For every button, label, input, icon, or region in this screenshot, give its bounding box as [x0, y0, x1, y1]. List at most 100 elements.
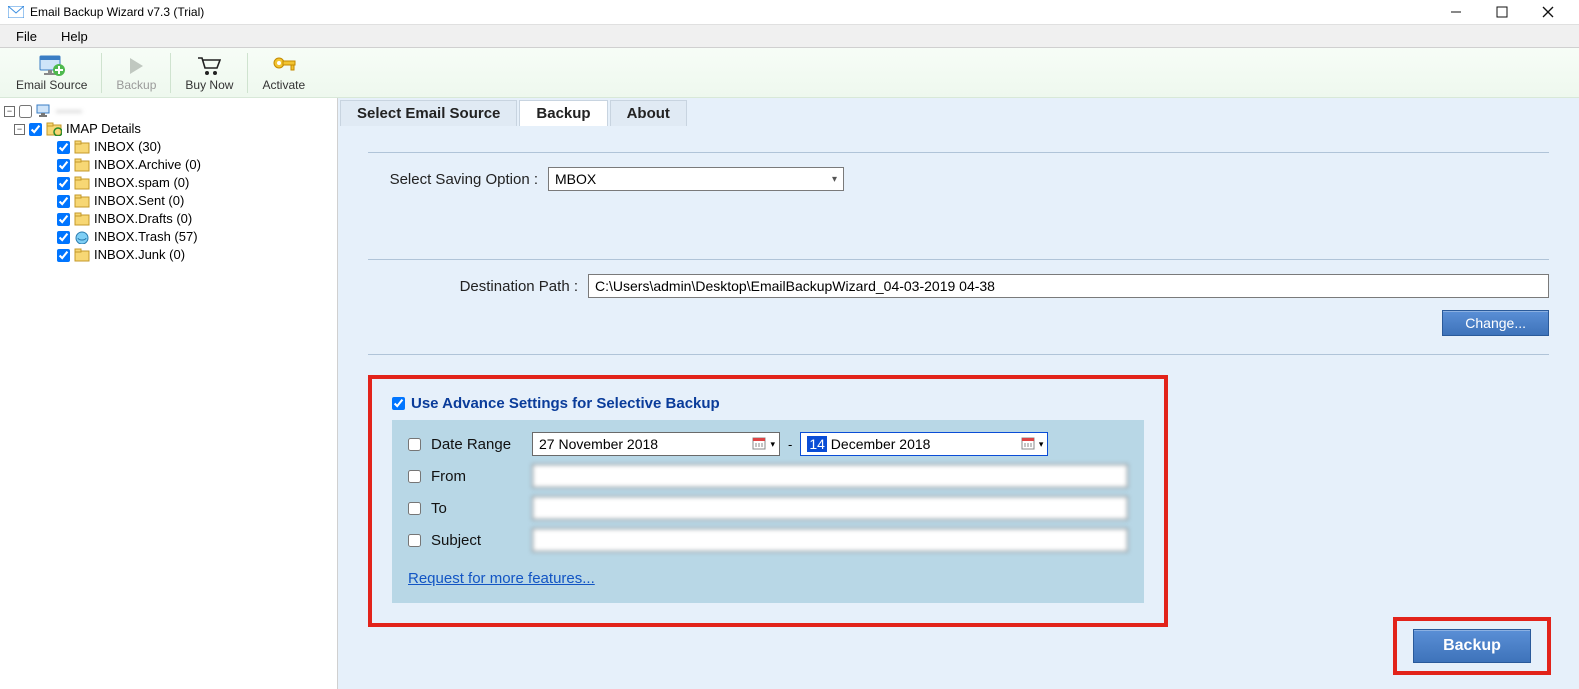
- toolbar-separator: [101, 53, 102, 93]
- tree-checkbox[interactable]: [57, 141, 70, 154]
- app-icon: [8, 6, 24, 18]
- tab-select-source[interactable]: Select Email Source: [340, 100, 517, 126]
- tree-item-label: INBOX.spam (0): [94, 174, 189, 192]
- tree-item-label: INBOX (30): [94, 138, 161, 156]
- from-checkbox[interactable]: [408, 470, 421, 483]
- key-icon: [272, 54, 296, 78]
- date-range-checkbox[interactable]: [408, 438, 421, 451]
- folder-icon: [74, 194, 90, 208]
- collapse-icon[interactable]: −: [4, 106, 15, 117]
- tree-item[interactable]: INBOX (30): [42, 138, 335, 156]
- tree-checkbox[interactable]: [57, 249, 70, 262]
- date-range-row: Date Range 27 November 2018 ▾ -: [408, 432, 1128, 456]
- window-title: Email Backup Wizard v7.3 (Trial): [30, 5, 204, 19]
- toolbar-label: Activate: [262, 78, 305, 92]
- date-to-rest: December 2018: [827, 436, 931, 452]
- date-to-day: 14: [807, 436, 827, 452]
- subject-label: Subject: [431, 532, 481, 549]
- tree-item[interactable]: INBOX.spam (0): [42, 174, 335, 192]
- divider: [368, 259, 1549, 260]
- date-to-picker[interactable]: 14 December 2018 ▾: [800, 432, 1048, 456]
- folder-icon: [74, 158, 90, 172]
- folder-icon: [74, 140, 90, 154]
- backup-button[interactable]: Backup: [1413, 629, 1531, 663]
- tree-checkbox[interactable]: [19, 105, 32, 118]
- tree-item-label: INBOX.Drafts (0): [94, 210, 192, 228]
- dest-path-input[interactable]: [588, 274, 1549, 298]
- tree-checkbox[interactable]: [57, 213, 70, 226]
- trash-icon: [74, 230, 90, 244]
- tree-imap[interactable]: − IMAP Details: [14, 120, 335, 138]
- screen-plus-icon: [38, 54, 66, 78]
- maximize-button[interactable]: [1479, 0, 1525, 24]
- to-checkbox[interactable]: [408, 502, 421, 515]
- tree-root-label: ——: [56, 102, 82, 120]
- tree-checkbox[interactable]: [57, 231, 70, 244]
- change-button[interactable]: Change...: [1442, 310, 1549, 336]
- toolbar-label: Backup: [116, 78, 156, 92]
- subject-checkbox[interactable]: [408, 534, 421, 547]
- to-input[interactable]: [532, 496, 1128, 520]
- folder-sync-icon: [46, 122, 62, 136]
- from-label: From: [431, 468, 466, 485]
- main-panel: Select Email Source Backup About Select …: [338, 98, 1579, 689]
- chevron-down-icon: ▾: [1039, 439, 1044, 450]
- date-from-rest: November 2018: [555, 436, 659, 452]
- saving-option-select[interactable]: MBOX ▾: [548, 167, 844, 191]
- folder-icon: [74, 212, 90, 226]
- tree-item[interactable]: INBOX.Trash (57): [42, 228, 335, 246]
- date-from-picker[interactable]: 27 November 2018 ▾: [532, 432, 780, 456]
- cart-icon: [197, 54, 221, 78]
- date-separator: -: [788, 437, 792, 452]
- from-input[interactable]: [532, 464, 1128, 488]
- tab-backup[interactable]: Backup: [519, 100, 607, 126]
- buy-now-button[interactable]: Buy Now: [175, 52, 243, 94]
- tab-about[interactable]: About: [610, 100, 687, 126]
- chevron-down-icon: ▾: [770, 439, 775, 450]
- advance-toggle-checkbox[interactable]: [392, 397, 405, 410]
- backup-highlight-box: Backup: [1393, 617, 1551, 675]
- tree-checkbox[interactable]: [29, 123, 42, 136]
- menu-help[interactable]: Help: [51, 27, 98, 46]
- request-features-link[interactable]: Request for more features...: [408, 570, 595, 587]
- minimize-button[interactable]: [1433, 0, 1479, 24]
- to-row: To: [408, 496, 1128, 520]
- divider: [368, 354, 1549, 355]
- divider: [368, 152, 1549, 153]
- to-label: To: [431, 500, 447, 517]
- advance-highlight-box: Use Advance Settings for Selective Backu…: [368, 375, 1168, 627]
- from-row: From: [408, 464, 1128, 488]
- saving-option-label: Select Saving Option :: [368, 171, 548, 188]
- tree-imap-label: IMAP Details: [66, 120, 141, 138]
- tree-item-label: INBOX.Trash (57): [94, 228, 198, 246]
- computer-icon: [36, 104, 52, 118]
- backup-toolbar-button[interactable]: Backup: [106, 52, 166, 94]
- activate-button[interactable]: Activate: [252, 52, 315, 94]
- tree-checkbox[interactable]: [57, 177, 70, 190]
- tree-item[interactable]: INBOX.Junk (0): [42, 246, 335, 264]
- tree-checkbox[interactable]: [57, 159, 70, 172]
- tree-item[interactable]: INBOX.Sent (0): [42, 192, 335, 210]
- collapse-icon[interactable]: −: [14, 124, 25, 135]
- chevron-down-icon: ▾: [832, 174, 837, 185]
- tree-item-label: INBOX.Junk (0): [94, 246, 185, 264]
- dest-path-row: Destination Path :: [368, 274, 1549, 298]
- calendar-icon: [752, 436, 768, 452]
- toolbar-label: Email Source: [16, 78, 87, 92]
- tabstrip: Select Email Source Backup About: [338, 98, 1579, 126]
- date-range-label: Date Range: [431, 436, 511, 453]
- advance-body: Date Range 27 November 2018 ▾ -: [392, 420, 1144, 603]
- email-source-button[interactable]: Email Source: [6, 52, 97, 94]
- menu-file[interactable]: File: [6, 27, 47, 46]
- play-icon: [126, 54, 146, 78]
- tree-item[interactable]: INBOX.Drafts (0): [42, 210, 335, 228]
- folder-tree[interactable]: − —— − IMAP Details: [2, 102, 335, 264]
- tree-checkbox[interactable]: [57, 195, 70, 208]
- tree-item[interactable]: INBOX.Archive (0): [42, 156, 335, 174]
- tree-root[interactable]: − ——: [4, 102, 335, 120]
- close-button[interactable]: [1525, 0, 1571, 24]
- change-row: Change...: [368, 310, 1549, 336]
- toolbar-separator: [247, 53, 248, 93]
- backup-panel: Select Saving Option : MBOX ▾ Destinatio…: [338, 126, 1579, 647]
- subject-input[interactable]: [532, 528, 1128, 552]
